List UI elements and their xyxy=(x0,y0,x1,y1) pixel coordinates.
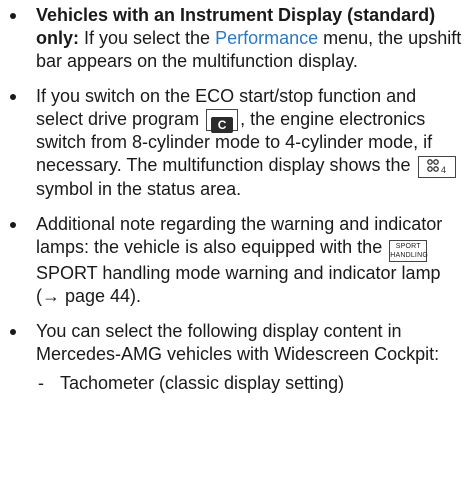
performance-menu-link[interactable]: Performance xyxy=(215,28,318,48)
bullet-text: symbol in the status area. xyxy=(36,179,242,199)
bullet-list: Vehicles with an Instrument Display (sta… xyxy=(0,4,467,395)
bullet-text: SPORT handling mode warning and indicato… xyxy=(36,263,441,306)
drive-program-c-key: C xyxy=(206,109,239,133)
bullet-dot-icon xyxy=(10,329,16,335)
sub-list: - Tachometer (classic display setting) xyxy=(36,372,467,395)
sub-item-text: Tachometer (classic display setting) xyxy=(60,373,345,393)
sport-lamp-line1: SPORT xyxy=(395,243,421,250)
bullet-dot-icon xyxy=(10,222,16,228)
manual-page: Vehicles with an Instrument Display (sta… xyxy=(0,0,475,493)
bullet-text: Additional note regarding the warning an… xyxy=(36,214,443,257)
bullet-dot-icon xyxy=(10,94,16,100)
sport-lamp-line2: HANDLING xyxy=(390,252,428,259)
bullet-dot-icon xyxy=(10,13,16,19)
drive-program-c-label: C xyxy=(211,117,234,133)
bullet-item-instrument-display: Vehicles with an Instrument Display (sta… xyxy=(0,4,467,73)
bullet-text: If you select the xyxy=(79,28,216,48)
svg-text:4: 4 xyxy=(441,165,446,175)
sport-handling-lamp-icon: SPORT HANDLING xyxy=(389,240,428,262)
sub-item: - Tachometer (classic display setting) xyxy=(36,372,467,395)
bullet-item-warning-lamps: Additional note regarding the warning an… xyxy=(0,213,467,308)
bullet-item-eco-start-stop: If you switch on the ECO start/stop func… xyxy=(0,85,467,201)
bullet-item-display-content: You can select the following display con… xyxy=(0,320,467,395)
bullet-text: You can select the following display con… xyxy=(36,321,440,364)
dash-icon: - xyxy=(38,373,44,393)
cylinder-mode-4-icon: 4 xyxy=(417,156,456,178)
